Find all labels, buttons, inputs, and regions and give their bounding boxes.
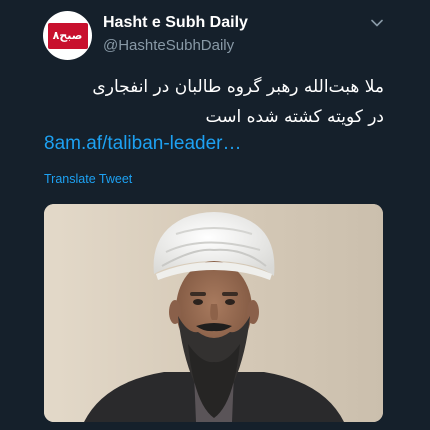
tweet-text-line-1: ملا هبت‌الله رهبر گروه طالبان در انفجاری <box>92 77 384 97</box>
translate-tweet-link[interactable]: Translate Tweet <box>44 172 132 186</box>
avatar[interactable]: ۸صبح <box>43 11 92 60</box>
tweet-card[interactable]: ۸صبح Hasht e Subh Daily @HashteSubhDaily… <box>0 0 430 430</box>
user-handle[interactable]: @HashteSubhDaily <box>103 37 234 54</box>
tweet-photo[interactable] <box>44 204 383 422</box>
article-link[interactable]: 8am.af/taliban-leader… <box>44 133 242 155</box>
tweet-text: ملا هبت‌الله رهبر گروه طالبان در انفجاری… <box>44 72 384 132</box>
display-name[interactable]: Hasht e Subh Daily <box>103 14 248 32</box>
hasht-e-subh-logo: ۸صبح <box>47 22 88 49</box>
tweet-text-line-2: در کویته کشته شده است <box>205 107 384 127</box>
portrait-photo <box>44 204 383 422</box>
chevron-down-icon[interactable] <box>370 16 384 30</box>
logo-text: ۸صبح <box>52 29 83 42</box>
